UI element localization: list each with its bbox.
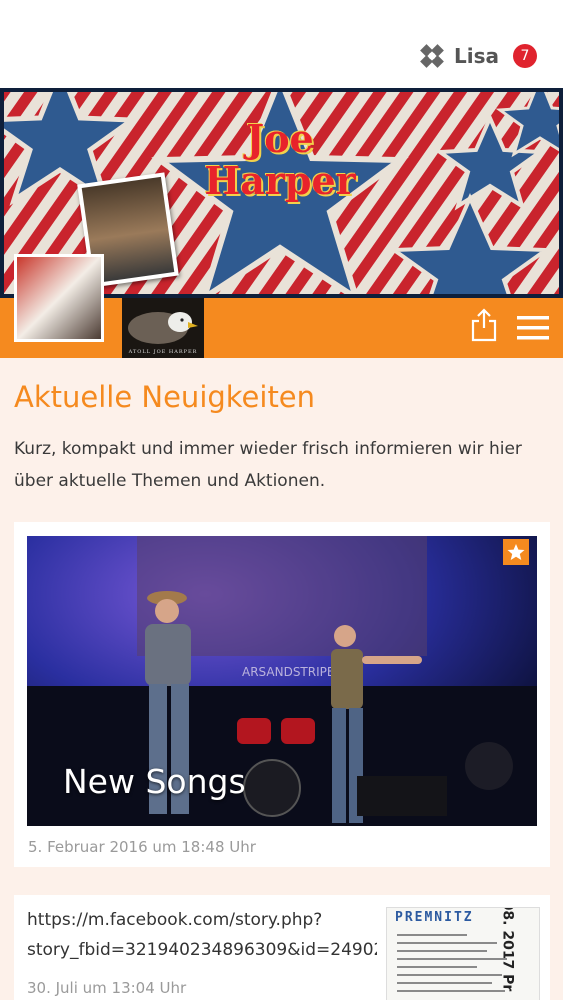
news-card-date: 5. Februar 2016 um 18:48 Uhr [28,838,256,856]
user-name[interactable]: Lisa [454,44,499,68]
backdrop-text: ARSANDSTRIPES [242,665,342,679]
top-bar: Lisa 7 [0,0,563,88]
eagle-thumbnail[interactable]: ATOLL JOE HARPER [122,298,204,358]
doc-line [397,934,467,936]
doc-heading: PREMNITZ [395,910,474,925]
doc-line [397,974,502,976]
star-icon[interactable] [503,539,529,565]
banner-title-line1: Joe [246,116,314,161]
doc-line [397,942,497,944]
doc-line [397,958,507,960]
news-card-link[interactable]: https://m.facebook.com/story.php? story_… [27,905,377,967]
news-card-title[interactable]: New Songs [63,762,246,801]
banner-title-line2: Harper [204,158,356,203]
notification-badge[interactable]: 7 [513,44,537,68]
share-icon[interactable] [470,308,498,342]
section-intro: Kurz, kompakt und immer wieder frisch in… [14,439,522,491]
profile-avatar-couple[interactable] [14,254,104,342]
doc-line [397,966,477,968]
doc-line [397,950,487,952]
doc-side-text: 08. 2017 Pr [499,907,516,992]
hamburger-menu-icon[interactable] [516,314,550,342]
news-card-date: 30. Juli um 13:04 Uhr [27,979,187,997]
news-card[interactable]: ARSANDSTRIPES New Songs 5. Februar 2016 … [14,522,550,867]
user-menu[interactable]: Lisa 7 [418,42,537,70]
doc-line [397,990,505,992]
section-title: Aktuelle Neuigkeiten [14,380,316,414]
news-card-image[interactable]: ARSANDSTRIPES New Songs [27,536,537,826]
news-card[interactable]: https://m.facebook.com/story.php? story_… [14,895,550,1000]
banner-title: Joe Harper [180,118,380,202]
eagle-caption: ATOLL JOE HARPER [128,349,198,355]
doc-line [397,982,492,984]
news-card-thumbnail[interactable]: PREMNITZ 08. 2017 Pr [386,907,540,1000]
app-logo-icon [420,44,444,68]
